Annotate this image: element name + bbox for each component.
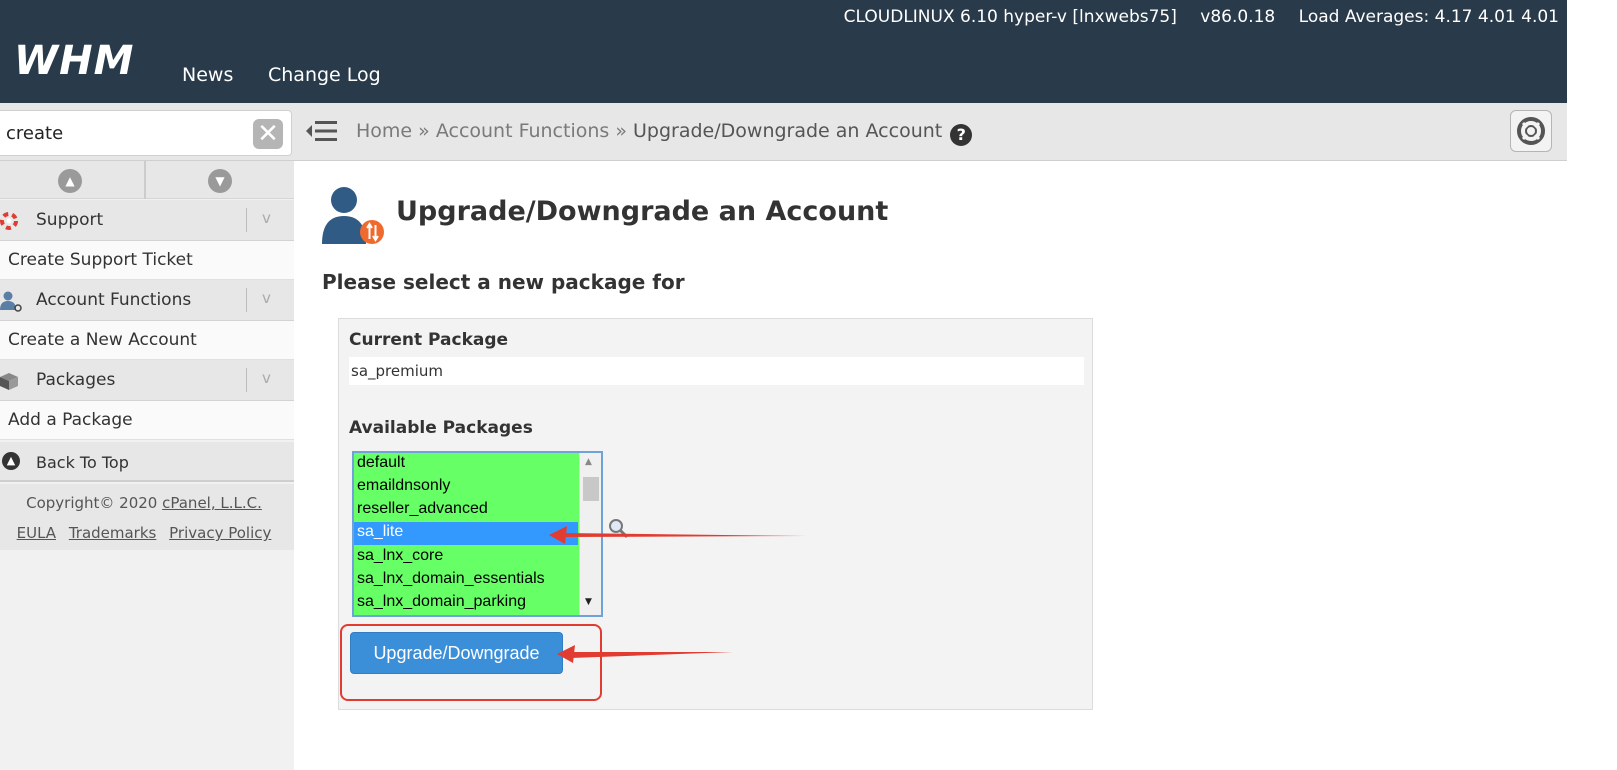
package-option[interactable]: sa_lnx_domain_essentials	[354, 569, 578, 592]
package-icon	[0, 373, 18, 390]
collapse-all-icon[interactable]: ▲	[58, 169, 82, 193]
nav-news-link[interactable]: News	[182, 64, 233, 86]
sidebar-item-create-new-account[interactable]: Create a New Account	[0, 321, 294, 360]
search-breadcrumb-bar: ✕ Home » Account Functions » Upgrade/Dow…	[0, 103, 1567, 161]
support-lifebuoy-button[interactable]	[1510, 110, 1552, 152]
package-option[interactable]: sa_lnx_core	[354, 546, 578, 569]
user-icon	[0, 291, 22, 312]
footer-links: EULA Trademarks Privacy Policy	[0, 524, 288, 542]
lifebuoy-icon	[0, 212, 18, 230]
account-upgrade-icon	[322, 187, 384, 244]
whm-logo[interactable]: WHM	[14, 38, 134, 84]
sidebar-category-packages[interactable]: Packages v	[0, 360, 294, 401]
package-form-panel: Current Package sa_premium Available Pac…	[338, 318, 1093, 710]
help-icon[interactable]: ?	[950, 124, 973, 146]
breadcrumb-separator: »	[412, 120, 436, 142]
trademarks-link[interactable]: Trademarks	[69, 524, 157, 542]
scroll-down-icon[interactable]: ▼	[585, 597, 592, 607]
divider	[246, 208, 247, 232]
server-info-bar: CLOUDLINUX 6.10 hyper-v [lnxwebs75] v86.…	[826, 7, 1559, 27]
chevron-down-icon[interactable]: v	[262, 289, 271, 307]
scroll-up-icon[interactable]: ▲	[585, 457, 592, 467]
copyright-line: Copyright© 2020 cPanel, L.L.C.	[0, 494, 288, 512]
chevron-down-icon[interactable]: v	[262, 369, 271, 387]
breadcrumb-current: Upgrade/Downgrade an Account	[633, 120, 943, 142]
package-option[interactable]: reseller_advanced	[354, 499, 578, 522]
sidebar-category-label: Account Functions	[36, 290, 192, 310]
version-label: v86.0.18	[1200, 7, 1276, 27]
available-packages-label: Available Packages	[349, 418, 533, 438]
sidebar: ▲ ▼ Support v Create Support Ticket Acco…	[0, 161, 294, 770]
page-title: Upgrade/Downgrade an Account	[396, 196, 889, 227]
current-package-label: Current Package	[349, 330, 509, 350]
divider	[246, 288, 247, 312]
cpanel-link[interactable]: cPanel, L.L.C.	[162, 494, 262, 512]
copyright-text: Copyright© 2020	[26, 494, 163, 512]
sidebar-category-support[interactable]: Support v	[0, 200, 294, 241]
search-box: ✕	[0, 110, 292, 156]
clear-search-icon[interactable]: ✕	[253, 119, 283, 149]
sidebar-collapse-bar: ▲ ▼	[0, 161, 294, 199]
sidebar-category-label: Packages	[36, 370, 116, 390]
collapse-menu-icon[interactable]	[304, 117, 338, 145]
magnifier-icon[interactable]	[607, 517, 629, 539]
nav-changelog-link[interactable]: Change Log	[268, 64, 381, 86]
arrow-up-icon: ▲	[2, 452, 20, 470]
search-input[interactable]	[6, 119, 241, 147]
current-package-value: sa_premium	[349, 357, 1084, 385]
package-option[interactable]: emaildnsonly	[354, 476, 578, 499]
load-averages: Load Averages: 4.17 4.01 4.01	[1298, 7, 1559, 27]
top-header: CLOUDLINUX 6.10 hyper-v [lnxwebs75] v86.…	[0, 0, 1567, 103]
list-scrollbar[interactable]: ▲ ▼	[579, 453, 601, 615]
sidebar-category-account-functions[interactable]: Account Functions v	[0, 280, 294, 321]
back-to-top-button[interactable]: ▲ Back To Top	[0, 442, 294, 482]
sidebar-item-create-support-ticket[interactable]: Create Support Ticket	[0, 241, 294, 280]
package-option[interactable]: sa_lnx_domain_parking	[354, 592, 578, 615]
privacy-policy-link[interactable]: Privacy Policy	[169, 524, 271, 542]
breadcrumb-home[interactable]: Home	[356, 120, 412, 142]
package-option[interactable]: default	[354, 453, 578, 476]
scrollbar-thumb[interactable]	[583, 477, 599, 501]
chevron-down-icon[interactable]: v	[262, 209, 271, 227]
divider	[246, 368, 247, 392]
sidebar-category-label: Support	[36, 210, 104, 230]
page-subtitle: Please select a new package for	[322, 270, 685, 294]
expand-all-icon[interactable]: ▼	[208, 169, 232, 193]
package-select-list[interactable]: default emaildnsonly reseller_advanced s…	[352, 451, 603, 617]
breadcrumb: Home » Account Functions » Upgrade/Downg…	[356, 120, 973, 146]
package-option-selected[interactable]: sa_lite	[354, 522, 578, 545]
sidebar-footer: Copyright© 2020 cPanel, L.L.C. EULA Trad…	[0, 484, 294, 550]
sidebar-item-add-package[interactable]: Add a Package	[0, 401, 294, 440]
server-name: CLOUDLINUX 6.10 hyper-v [lnxwebs75]	[843, 7, 1177, 27]
eula-link[interactable]: EULA	[17, 524, 56, 542]
breadcrumb-separator: »	[609, 120, 634, 142]
back-to-top-label: Back To Top	[36, 453, 129, 472]
lifebuoy-icon	[1517, 117, 1545, 145]
divider	[144, 161, 146, 199]
breadcrumb-account-functions[interactable]: Account Functions	[436, 120, 609, 142]
upgrade-downgrade-button[interactable]: Upgrade/Downgrade	[350, 632, 563, 674]
